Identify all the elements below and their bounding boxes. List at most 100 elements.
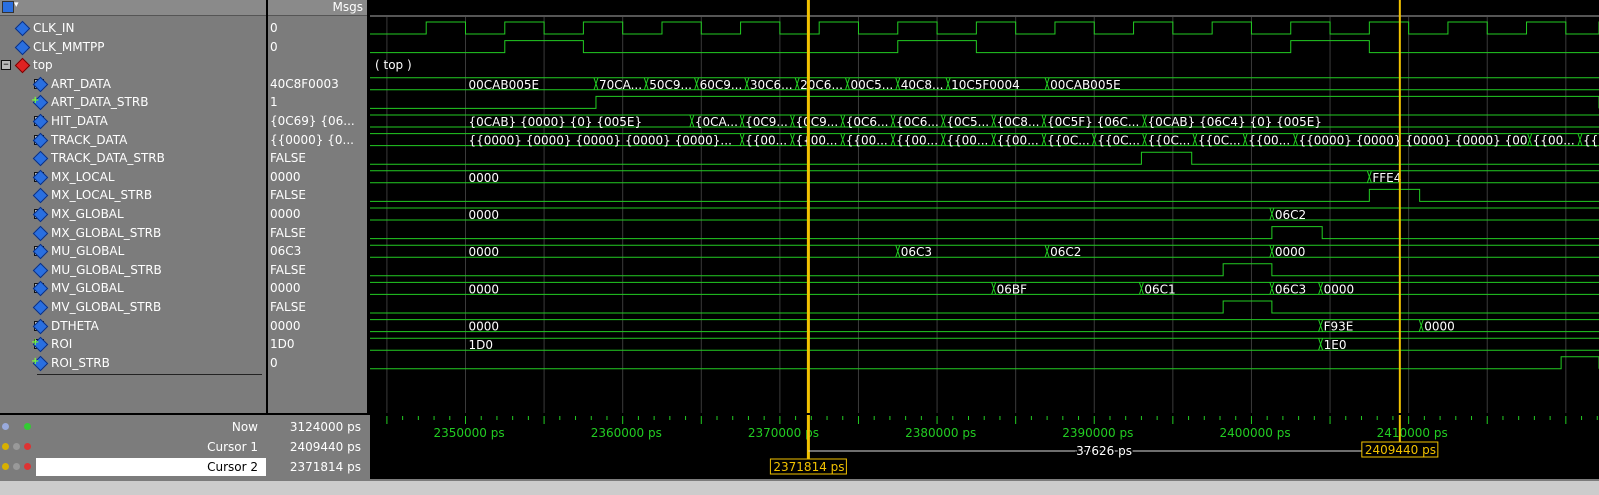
waveform-pane[interactable]: ( top ) 00CAB005E 70CA... 50C9... 60C9... 30C… — [370, 0, 1599, 413]
signal-row[interactable]: MV_GLOBAL_STRB — [0, 298, 266, 316]
value-row: 0000 — [268, 317, 367, 335]
signal-row[interactable]: +ART_DATA — [0, 75, 266, 93]
signal-value: 06C3 — [270, 244, 302, 259]
signal-row[interactable]: +MV_GLOBAL — [0, 279, 266, 297]
bus-transition — [1418, 319, 1424, 332]
bus-value-label: {0C5... — [946, 115, 989, 129]
add-icon[interactable] — [24, 423, 31, 430]
names-header: ▾ — [0, 0, 266, 16]
value-row: FALSE — [268, 186, 367, 204]
cursor-panel: Now Cursor 1 Cursor 2 3124000 ps 2409440… — [0, 415, 1599, 495]
bus-value-label: 06C3 — [901, 245, 932, 259]
bus-transition — [890, 114, 896, 128]
bus-value-label: {0C5F} {06C... — [1047, 115, 1139, 129]
bus-transition — [1269, 282, 1275, 295]
waveform-canvas[interactable]: ( top ) 00CAB005E 70CA... 50C9... 60C9... 30C… — [370, 0, 1599, 413]
signal-name: ROI — [51, 337, 73, 352]
timeline[interactable]: 2350000 ps 2360000 ps 2370000 ps 2380000 ps… — [370, 415, 1599, 479]
signal-value: 0 — [270, 355, 278, 370]
bus-value-label: 50C9... — [649, 78, 692, 92]
bus-value-label: {0CA... — [695, 115, 738, 129]
value-row: {0C69} {06... — [268, 112, 367, 130]
bus-value-label: 0000 — [1275, 245, 1306, 259]
signal-value: 0000 — [270, 169, 301, 184]
signal-row[interactable]: + ART_DATA_STRB — [0, 93, 266, 111]
signal-value: 1D0 — [270, 337, 295, 352]
timeline-canvas[interactable]: 2350000 ps 2360000 ps 2370000 ps 2380000 ps… — [370, 415, 1599, 479]
strobe-wave — [370, 356, 1599, 370]
bus-value-label: 0000 — [469, 320, 500, 334]
toolbar-icon[interactable] — [2, 1, 14, 13]
signal-value: 0000 — [270, 318, 301, 333]
bus-transition — [1318, 319, 1324, 332]
signal-row[interactable]: MU_GLOBAL_STRB — [0, 261, 266, 279]
cursor1-row[interactable]: Cursor 1 — [0, 438, 266, 456]
horizontal-scrollbar[interactable] — [0, 481, 1599, 495]
signal-name: MU_GLOBAL_STRB — [51, 262, 162, 277]
expand-toggle-icon[interactable]: − — [1, 60, 11, 71]
bus-value-label: 06C3 — [1275, 282, 1306, 296]
signal-value: 1 — [270, 95, 278, 110]
signal-value: 40C8F0003 — [270, 76, 339, 91]
signal-name: HIT_DATA — [51, 114, 108, 128]
chevron-down-icon[interactable]: ▾ — [14, 0, 19, 10]
lock-icon[interactable] — [2, 443, 9, 450]
signal-row[interactable]: +TRACK_DATA — [0, 131, 266, 149]
bus-transition — [1044, 245, 1050, 258]
strobe-icon: + — [31, 355, 40, 367]
signal-row[interactable]: ++ROI — [0, 335, 266, 353]
bus-transition — [1318, 282, 1324, 295]
signal-value: {{0000} {0... — [270, 132, 354, 147]
bus-value-label: 1D0 — [469, 338, 494, 352]
value-row: 0 — [268, 38, 367, 56]
signal-names-pane: ▾ CLK_INCLK_MMTPP−top+ART_DATA+ART_DATA_… — [0, 0, 266, 413]
signal-row[interactable]: +DTHETA — [0, 317, 266, 335]
cursor2-value: 2371814 ps — [289, 460, 361, 474]
signal-icon — [32, 188, 49, 204]
signal-name: DTHETA — [51, 318, 99, 333]
signal-row[interactable]: +MX_GLOBAL — [0, 205, 266, 223]
remove-icon[interactable] — [24, 463, 31, 470]
bus-value-label: 06C2 — [1050, 245, 1081, 259]
signal-row[interactable]: TRACK_DATA_STRB — [0, 149, 266, 167]
bus-transition — [991, 114, 997, 128]
signal-row[interactable]: MX_LOCAL_STRB — [0, 186, 266, 204]
value-row: 06C3 — [268, 242, 367, 260]
wrench-icon[interactable] — [13, 443, 20, 450]
bus-value-label: {0C6... — [896, 115, 939, 129]
bus-transition — [1577, 133, 1583, 146]
lock-icon[interactable] — [2, 463, 9, 470]
timeline-tick-label: 2390000 ps — [1062, 426, 1133, 440]
module-icon — [14, 57, 31, 74]
bus-transition — [689, 114, 695, 128]
bus-value-label: 00CAB005E — [1050, 78, 1121, 92]
value-row: 40C8F0003 — [268, 75, 367, 93]
signal-row[interactable]: − top — [0, 56, 266, 74]
bus-value-label: 0000 — [1324, 282, 1355, 296]
signal-name: CLK_IN — [33, 21, 75, 35]
bus-transition — [1269, 207, 1275, 221]
value-row: 1D0 — [268, 335, 367, 353]
signal-icon — [32, 225, 49, 241]
bus-transition — [1142, 114, 1148, 128]
signal-name: ROI_STRB — [51, 355, 110, 370]
signal-row[interactable]: CLK_IN — [0, 19, 266, 37]
cursor1-value: 2409440 ps — [289, 440, 361, 454]
signal-row[interactable]: +MU_GLOBAL — [0, 242, 266, 260]
bus-transition — [895, 77, 901, 90]
cursor2-row[interactable]: Cursor 2 — [0, 458, 266, 476]
bus-value-label: {0C9... — [795, 115, 838, 129]
signal-row[interactable]: + ROI_STRB — [0, 354, 266, 372]
signal-row[interactable]: +HIT_DATA — [0, 112, 266, 130]
bus-value-label: 60C9... — [700, 78, 743, 92]
bus-transition — [789, 133, 795, 146]
signal-row[interactable]: +MX_LOCAL — [0, 168, 266, 186]
signal-value: 0000 — [270, 207, 301, 221]
remove-icon[interactable] — [24, 443, 31, 450]
bus-transition — [1269, 245, 1275, 258]
signal-row[interactable]: MX_GLOBAL_STRB — [0, 224, 266, 242]
wrench-icon[interactable] — [13, 463, 20, 470]
signal-name: ART_DATA_STRB — [51, 95, 149, 110]
signal-row[interactable]: CLK_MMTPP — [0, 38, 266, 56]
timeline-tick-label: 2410000 ps — [1377, 426, 1448, 440]
